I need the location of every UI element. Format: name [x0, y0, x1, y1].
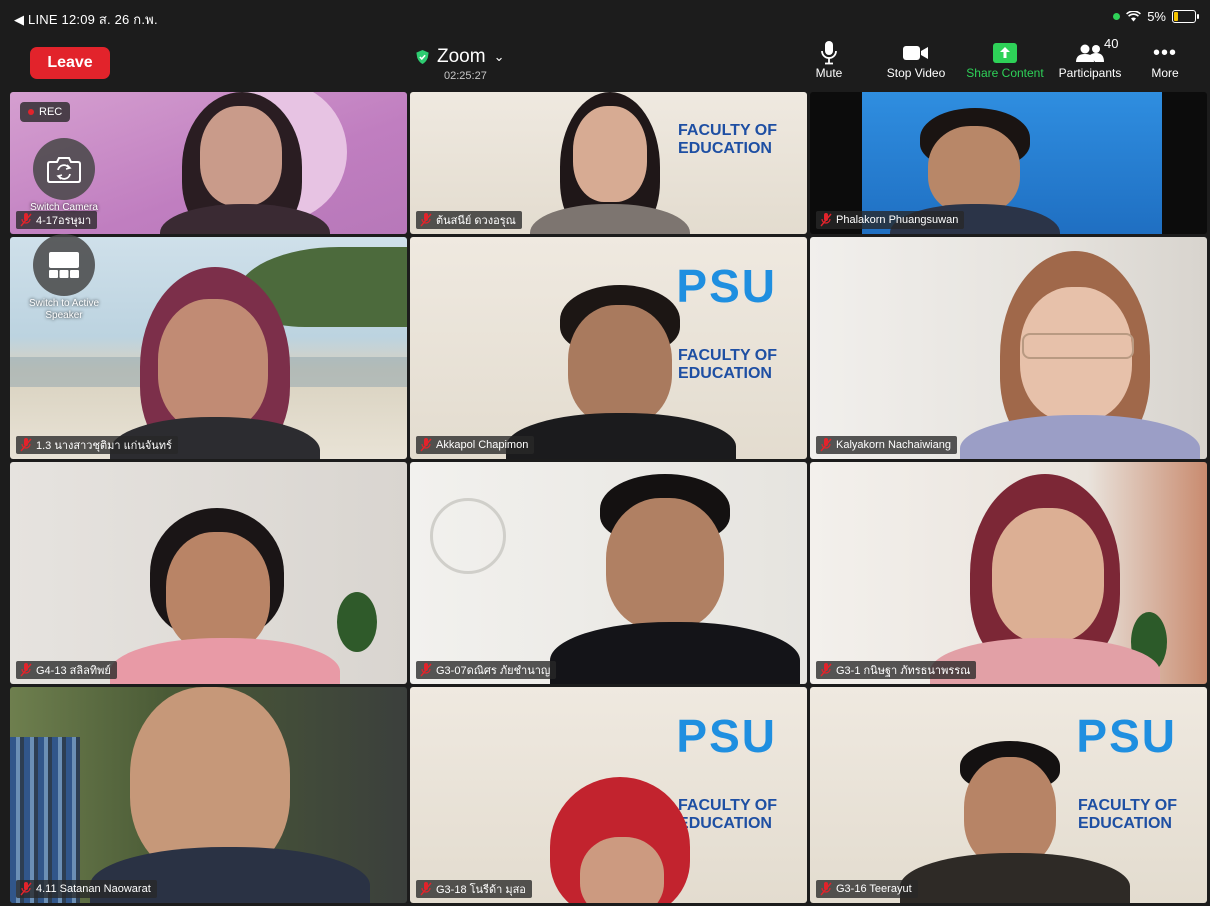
participant-name-tag: Phalakorn Phuangsuwan	[816, 211, 965, 229]
participant-name-tag: 4.11 Satanan Naowarat	[16, 880, 157, 898]
participant-name-tag: G3-07ดณิศร ภัยชำนาญ	[416, 661, 557, 679]
status-left-text: ◀ LINE 12:09 ส. 26 ก.พ.	[14, 12, 158, 27]
participant-name: 1.3 นางสาวชุติมา แก่นจันทร์	[36, 440, 172, 452]
camera-switch-icon	[47, 157, 81, 183]
share-content-button[interactable]: Share Content	[962, 40, 1048, 80]
share-content-label: Share Content	[966, 66, 1044, 80]
switch-active-speaker-button[interactable]: Switch to Active Speaker	[16, 234, 112, 322]
participant-name: 4.11 Satanan Naowarat	[36, 883, 151, 895]
participant-name: G4-13 สลิลทิพย์	[36, 665, 111, 677]
battery-percent: 5%	[1147, 9, 1166, 24]
background-banner: FACULTY OF EDUCATION	[678, 122, 777, 157]
participant-name-tag: 1.3 นางสาวชุติมา แก่นจันทร์	[16, 436, 178, 454]
mic-muted-icon	[420, 663, 432, 677]
rec-label: REC	[39, 106, 63, 118]
ellipsis-icon: •••	[1152, 41, 1177, 64]
participant-name: Akkapol Chapimon	[436, 439, 529, 451]
stop-video-label: Stop Video	[886, 66, 946, 80]
mic-muted-icon	[820, 213, 832, 227]
mute-label: Mute	[815, 66, 843, 80]
background-banner: FACULTY OF EDUCATION	[678, 347, 777, 382]
participants-icon	[1076, 44, 1104, 62]
participant-name: G3-18 โนรีด้า มุสอ	[436, 884, 526, 896]
video-tile[interactable]: PSU FACULTY OF EDUCATION G3-16 Teerayut	[810, 687, 1207, 903]
participant-name-tag: Kalyakorn Nachaiwiang	[816, 436, 957, 454]
chevron-down-icon: ⌄	[493, 49, 505, 64]
mic-muted-icon	[20, 438, 32, 452]
participant-name-tag: G3-18 โนรีด้า มุสอ	[416, 880, 532, 898]
participant-name-tag: ต้นสนีย์ ดวงอรุณ	[416, 211, 522, 229]
leave-button[interactable]: Leave	[30, 47, 110, 79]
psu-logo: PSU	[676, 710, 777, 762]
psu-logo: PSU	[1076, 710, 1177, 762]
participants-count: 40	[1104, 36, 1119, 51]
shield-icon	[416, 50, 429, 64]
participant-name: G3-16 Teerayut	[836, 883, 912, 895]
video-tile[interactable]: PSU FACULTY OF EDUCATION Akkapol Chapimon	[410, 237, 807, 459]
switch-camera-button[interactable]: Switch Camera	[24, 138, 104, 214]
video-tile[interactable]: Kalyakorn Nachaiwiang	[810, 237, 1207, 459]
camera-indicator-icon	[1113, 13, 1121, 20]
meeting-timer: 02:25:27	[444, 70, 487, 82]
record-dot-icon	[28, 109, 34, 115]
meeting-info[interactable]: Zoom ⌄ 02:25:27	[416, 46, 504, 82]
participant-name-tag: G4-13 สลิลทิพย์	[16, 661, 117, 679]
more-button[interactable]: ••• More	[1148, 40, 1182, 81]
video-tile[interactable]: PSU FACULTY OF EDUCATION G3-18 โนรีด้า มุ…	[410, 687, 807, 903]
psu-logo: PSU	[676, 260, 777, 312]
mic-muted-icon	[420, 882, 432, 896]
wifi-icon	[1126, 11, 1142, 22]
background-banner: FACULTY OF EDUCATION	[678, 797, 777, 832]
participant-name-tag: G3-1 กนิษฐา ภัทรธนาพรรณ	[816, 661, 977, 679]
participant-name: Kalyakorn Nachaiwiang	[836, 439, 951, 451]
status-right: 5%	[1113, 9, 1199, 24]
participant-name: Phalakorn Phuangsuwan	[836, 214, 959, 226]
participant-name-tag: G3-16 Teerayut	[816, 880, 918, 898]
meeting-title: Zoom	[437, 46, 486, 67]
participant-name-tag: Akkapol Chapimon	[416, 436, 535, 454]
video-tile[interactable]: FACULTY OF EDUCATION ต้นสนีย์ ดวงอรุณ	[410, 92, 807, 234]
mic-muted-icon	[20, 213, 32, 227]
mic-muted-icon	[20, 663, 32, 677]
participants-button[interactable]: 40 Participants	[1054, 36, 1126, 80]
switch-camera-label: Switch Camera	[30, 202, 98, 213]
battery-icon	[1172, 10, 1199, 23]
video-tile[interactable]: Phalakorn Phuangsuwan	[810, 92, 1207, 234]
active-speaker-icon	[49, 252, 79, 278]
microphone-icon	[821, 41, 837, 65]
mic-muted-icon	[20, 882, 32, 896]
participants-label: Participants	[1058, 66, 1122, 80]
video-tile[interactable]: G3-07ดณิศร ภัยชำนาญ	[410, 462, 807, 684]
participant-name: ต้นสนีย์ ดวงอรุณ	[436, 215, 516, 227]
mute-button[interactable]: Mute	[812, 40, 846, 80]
video-tile[interactable]: G4-13 สลิลทิพย์	[10, 462, 407, 684]
stop-video-button[interactable]: Stop Video	[882, 40, 950, 80]
mic-muted-icon	[420, 438, 432, 452]
background-banner: FACULTY OF EDUCATION	[1078, 797, 1177, 832]
mic-muted-icon	[820, 438, 832, 452]
participant-name: G3-1 กนิษฐา ภัทรธนาพรรณ	[836, 665, 971, 677]
video-camera-icon	[903, 46, 928, 60]
recording-badge: REC	[20, 102, 71, 122]
mic-muted-icon	[820, 663, 832, 677]
share-arrow-icon	[993, 43, 1017, 63]
video-tile[interactable]: 4.11 Satanan Naowarat	[10, 687, 407, 903]
more-label: More	[1151, 66, 1179, 80]
meeting-toolbar: Leave Zoom ⌄ 02:25:27 Mute Stop Video Sh…	[0, 30, 1210, 92]
mic-muted-icon	[420, 213, 432, 227]
switch-speaker-label: Switch to Active Speaker	[28, 298, 100, 321]
status-bar: ◀ LINE 12:09 ส. 26 ก.พ. 5%	[0, 0, 1210, 30]
participant-name: G3-07ดณิศร ภัยชำนาญ	[436, 665, 551, 677]
video-tile[interactable]: G3-1 กนิษฐา ภัทรธนาพรรณ	[810, 462, 1207, 684]
mic-muted-icon	[820, 882, 832, 896]
